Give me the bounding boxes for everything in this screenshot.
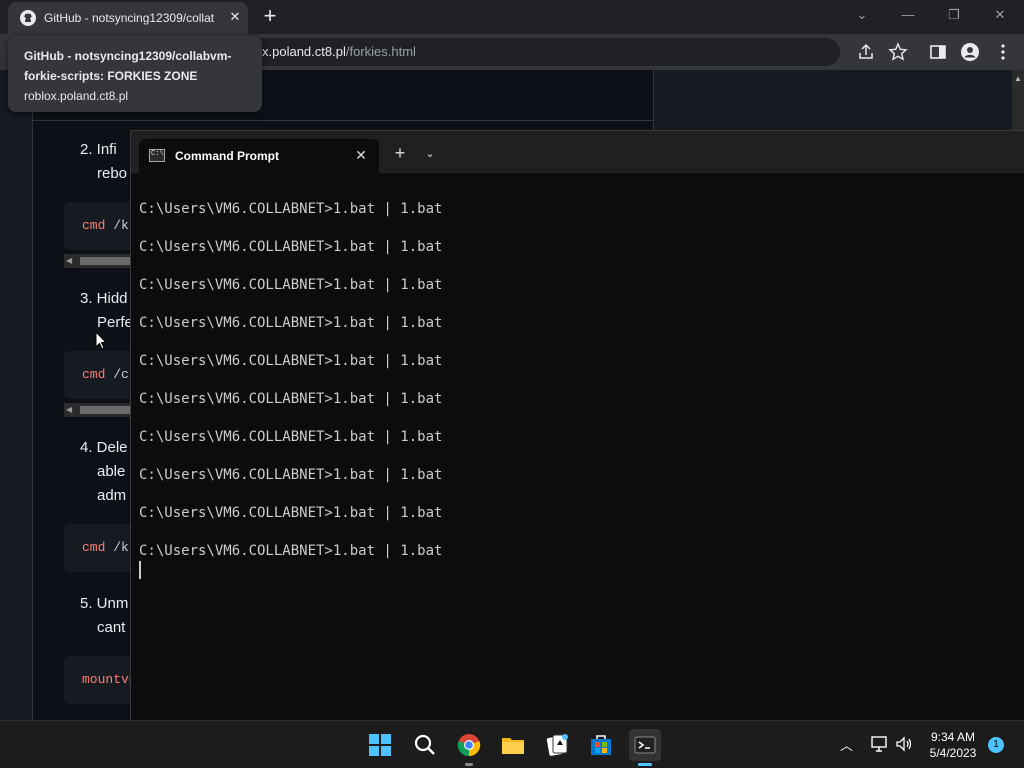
- terminal-line: C:\Users\VM6.COLLABNET>1.bat | 1.bat: [139, 201, 443, 217]
- terminal-line: C:\Users\VM6.COLLABNET>1.bat | 1.bat: [139, 429, 443, 445]
- list-item-5-line2: cant: [97, 619, 126, 636]
- mouse-pointer-icon: [95, 331, 107, 350]
- terminal-tab-close-icon[interactable]: ✕: [351, 145, 371, 165]
- terminal-line: C:\Users\VM6.COLLABNET>1.bat | 1.bat: [139, 277, 443, 293]
- terminal-tab[interactable]: C:\ Command Prompt ✕: [139, 139, 379, 173]
- tab-search-icon[interactable]: ⌄: [842, 4, 882, 28]
- notification-badge[interactable]: 1: [988, 737, 1004, 753]
- show-hidden-icons-chevron-icon[interactable]: ︿: [840, 735, 853, 754]
- windows-start-icon[interactable]: [364, 729, 396, 761]
- running-indicator: [465, 763, 473, 766]
- list-item-2-line1: 2. Infi: [80, 141, 117, 158]
- close-window-button[interactable]: ✕: [980, 4, 1020, 28]
- terminal-line: C:\Users\VM6.COLLABNET>1.bat | 1.bat: [139, 505, 443, 521]
- code-text: cmd /k: [82, 218, 129, 233]
- bookmark-star-icon[interactable]: [888, 42, 908, 62]
- browser-tab[interactable]: GitHub - notsyncing12309/collat ✕: [8, 2, 248, 34]
- text-cursor: [139, 561, 141, 579]
- volume-icon[interactable]: [894, 735, 914, 753]
- solitaire-icon[interactable]: [541, 729, 573, 761]
- github-icon: [20, 10, 36, 26]
- browser-tabstrip: GitHub - notsyncing12309/collat ✕ + ⌄ — …: [0, 0, 1024, 34]
- profile-icon[interactable]: [960, 42, 980, 62]
- taskbar: ︿ 9:34 AM 5/4/2023 1: [0, 720, 1024, 768]
- file-explorer-icon[interactable]: [497, 729, 529, 761]
- command-prompt-window[interactable]: C:\ Command Prompt ✕ + ⌄ C:\Users\VM6.CO…: [130, 130, 1024, 720]
- code-text: cmd /k: [82, 540, 129, 555]
- hover-card-title-line1: GitHub - notsyncing12309/collabvm-: [24, 49, 232, 63]
- address-bar[interactable]: x.poland.ct8.pl/forkies.html: [200, 38, 840, 66]
- terminal-line: C:\Users\VM6.COLLABNET>1.bat | 1.bat: [139, 315, 443, 331]
- terminal-tab-title: Command Prompt: [175, 149, 280, 163]
- minimize-button[interactable]: —: [888, 4, 928, 28]
- list-item-4-line1: 4. Dele: [80, 439, 128, 456]
- terminal-line: C:\Users\VM6.COLLABNET>1.bat | 1.bat: [139, 353, 443, 369]
- active-indicator: [638, 763, 652, 766]
- restore-button[interactable]: ❐: [934, 4, 974, 28]
- list-item-5-line1: 5. Unm: [80, 595, 129, 612]
- terminal-line: C:\Users\VM6.COLLABNET>1.bat | 1.bat: [139, 467, 443, 483]
- url-domain: x.poland.ct8.pl: [262, 44, 346, 59]
- chrome-icon[interactable]: [453, 729, 485, 761]
- url-text: x.poland.ct8.pl/forkies.html: [262, 44, 416, 59]
- terminal-line: C:\Users\VM6.COLLABNET>1.bat | 1.bat: [139, 239, 443, 255]
- clock-date: 5/4/2023: [929, 746, 977, 760]
- tab-close-icon[interactable]: ✕: [226, 8, 244, 26]
- terminal-line: C:\Users\VM6.COLLABNET>1.bat | 1.bat: [139, 543, 443, 559]
- terminal-line: C:\Users\VM6.COLLABNET>1.bat | 1.bat: [139, 391, 443, 407]
- hover-card-domain: roblox.poland.ct8.pl: [24, 89, 129, 103]
- url-path: /forkies.html: [345, 44, 416, 59]
- system-clock[interactable]: 9:34 AM 5/4/2023: [920, 729, 986, 761]
- side-panel-icon[interactable]: [928, 42, 948, 62]
- terminal-new-tab-button[interactable]: +: [389, 143, 411, 165]
- store-icon[interactable]: [585, 729, 617, 761]
- code-text: mountvo: [82, 672, 137, 687]
- network-icon[interactable]: [870, 735, 890, 753]
- list-item-4-line2: able: [97, 463, 126, 480]
- list-item-3-line1: 3. Hidd: [80, 290, 128, 307]
- hover-card-title-line2: forkie-scripts: FORKIES ZONE: [24, 69, 198, 83]
- terminal-dropdown-chevron-icon[interactable]: ⌄: [419, 143, 441, 165]
- terminal-output[interactable]: C:\Users\VM6.COLLABNET>1.bat | 1.bat C:\…: [139, 199, 442, 579]
- command-prompt-icon: C:\: [149, 149, 165, 162]
- search-icon[interactable]: [409, 729, 441, 761]
- terminal-titlebar[interactable]: C:\ Command Prompt ✕ + ⌄: [131, 131, 1024, 173]
- divider: [32, 120, 654, 121]
- tab-hover-card: GitHub - notsyncing12309/collabvm- forki…: [8, 36, 262, 112]
- tab-title: GitHub - notsyncing12309/collat: [44, 11, 215, 25]
- code-text: cmd /c: [82, 367, 129, 382]
- menu-kebab-icon[interactable]: [993, 42, 1013, 62]
- share-icon[interactable]: [856, 42, 876, 62]
- new-tab-button[interactable]: +: [258, 5, 282, 29]
- list-item-4-line3: adm: [97, 487, 127, 504]
- clock-time: 9:34 AM: [930, 730, 976, 744]
- terminal-icon[interactable]: [629, 729, 661, 761]
- list-item-2-line2: rebo: [97, 165, 128, 182]
